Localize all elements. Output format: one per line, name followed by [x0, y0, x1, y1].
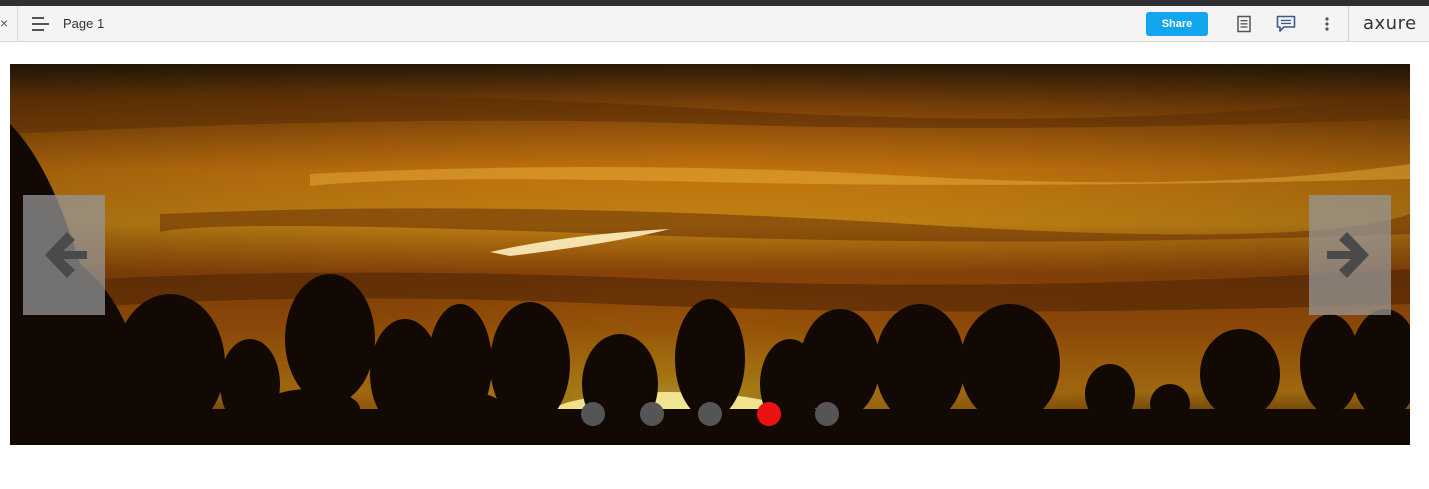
share-button[interactable]: Share: [1146, 12, 1208, 36]
axure-logo: axure: [1363, 13, 1417, 34]
close-button[interactable]: ×: [0, 6, 18, 42]
image-slider: [10, 64, 1410, 445]
arrow-left-icon: [45, 232, 87, 278]
comments-icon[interactable]: [1276, 15, 1296, 33]
previous-slide-button[interactable]: [23, 195, 105, 315]
next-slide-button[interactable]: [1309, 195, 1391, 315]
slide-dot[interactable]: [581, 402, 605, 426]
prototype-toolbar: × Page 1 Share axure: [0, 6, 1429, 42]
menu-icon[interactable]: [32, 16, 50, 32]
slide-dot[interactable]: [815, 402, 839, 426]
close-icon: ×: [0, 15, 9, 31]
slide-dot[interactable]: [698, 402, 722, 426]
brand-divider: [1348, 6, 1349, 42]
page-title[interactable]: Page 1: [63, 6, 104, 42]
notes-icon[interactable]: [1235, 15, 1253, 33]
arrow-right-icon: [1327, 232, 1369, 278]
slide-dot[interactable]: [756, 402, 781, 426]
slide-dot[interactable]: [639, 402, 664, 426]
slide-image: [10, 64, 1410, 445]
more-icon[interactable]: [1318, 15, 1336, 33]
